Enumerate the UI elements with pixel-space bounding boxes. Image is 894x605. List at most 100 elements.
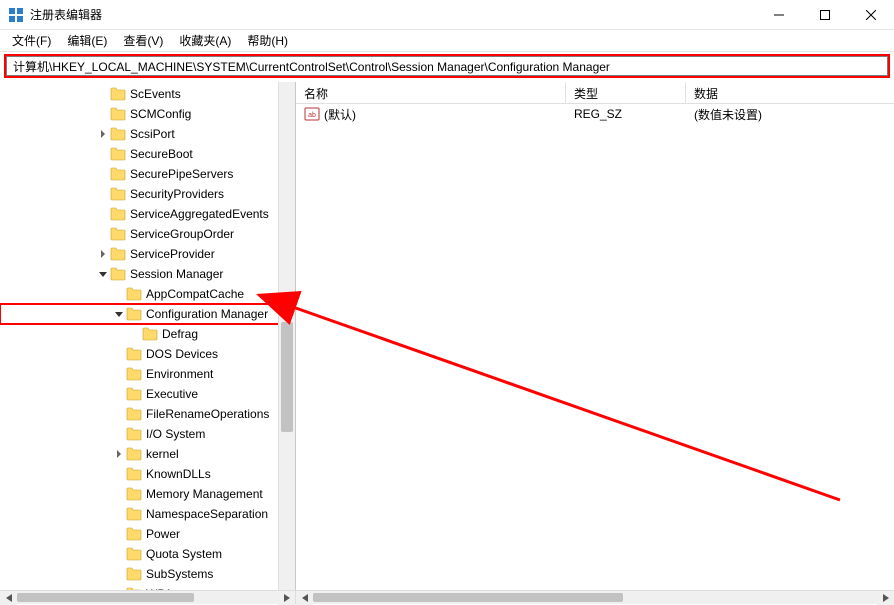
folder-icon (126, 507, 142, 521)
folder-icon (126, 347, 142, 361)
tree-item-label: kernel (146, 447, 179, 461)
folder-icon (126, 487, 142, 501)
tree-item[interactable]: KnownDLLs (0, 464, 295, 484)
main-split: ScEvents SCMConfig ScsiPort SecureBoot Secur… (0, 82, 894, 590)
tree-item[interactable]: ServiceGroupOrder (0, 224, 295, 244)
folder-icon (110, 87, 126, 101)
chevron-down-icon[interactable] (112, 307, 126, 321)
tree-item-label: Power (146, 527, 180, 541)
tree-item[interactable]: NamespaceSeparation (0, 504, 295, 524)
tree-item[interactable]: Executive (0, 384, 295, 404)
tree-item[interactable]: I/O System (0, 424, 295, 444)
list-header: 名称 类型 数据 (296, 82, 894, 104)
folder-icon (110, 187, 126, 201)
tree-item-label: SecurityProviders (130, 187, 224, 201)
tree-item-label: Environment (146, 367, 213, 381)
tree-item[interactable]: SecurePipeServers (0, 164, 295, 184)
svg-text:ab: ab (308, 112, 316, 119)
tree-item[interactable]: SubSystems (0, 564, 295, 584)
list-hscroll-track[interactable] (313, 591, 877, 604)
menu-view[interactable]: 查看(V) (115, 30, 171, 51)
list-horizontal-scrollbar[interactable] (296, 591, 894, 604)
column-header-type[interactable]: 类型 (566, 82, 686, 103)
folder-icon (126, 367, 142, 381)
tree-item[interactable]: Power (0, 524, 295, 544)
tree-item[interactable]: Defrag (0, 324, 295, 344)
folder-icon (126, 287, 142, 301)
tree-item-label: KnownDLLs (146, 467, 211, 481)
folder-icon (110, 167, 126, 181)
list-hscroll-left-button[interactable] (296, 591, 313, 605)
chevron-right-icon[interactable] (112, 447, 126, 461)
tree-item-label: Executive (146, 387, 198, 401)
list-pane: 名称 类型 数据 ab(默认)REG_SZ(数值未设置) (296, 82, 894, 590)
tree-item[interactable]: kernel (0, 444, 295, 464)
list-hscroll-right-button[interactable] (877, 591, 894, 605)
menu-file[interactable]: 文件(F) (4, 30, 59, 51)
folder-icon (110, 227, 126, 241)
tree-scrollbar-thumb[interactable] (281, 322, 293, 432)
folder-icon (126, 407, 142, 421)
tree-item-label: SecureBoot (130, 147, 193, 161)
tree-item[interactable]: FileRenameOperations (0, 404, 295, 424)
chevron-right-icon[interactable] (96, 247, 110, 261)
tree-item[interactable]: SecurityProviders (0, 184, 295, 204)
tree-pane: ScEvents SCMConfig ScsiPort SecureBoot Secur… (0, 82, 296, 590)
tree-item[interactable]: ScsiPort (0, 124, 295, 144)
horizontal-scrollbars (0, 590, 894, 604)
tree-hscroll-track[interactable] (17, 591, 278, 604)
address-input[interactable] (6, 56, 888, 76)
string-value-icon: ab (304, 106, 320, 122)
tree-vertical-scrollbar[interactable] (278, 82, 295, 590)
menu-edit[interactable]: 编辑(E) (59, 30, 115, 51)
folder-icon (126, 387, 142, 401)
window-controls (756, 0, 894, 30)
chevron-right-icon[interactable] (96, 127, 110, 141)
tree-item[interactable]: Session Manager (0, 264, 295, 284)
tree-item-label: Defrag (162, 327, 198, 341)
tree-item-label: ServiceProvider (130, 247, 215, 261)
menu-help[interactable]: 帮助(H) (239, 30, 296, 51)
tree-item-label: SCMConfig (130, 107, 191, 121)
tree-item-label: ScsiPort (130, 127, 175, 141)
tree-item[interactable]: ServiceProvider (0, 244, 295, 264)
tree-item[interactable]: Environment (0, 364, 295, 384)
folder-icon (110, 147, 126, 161)
folder-icon (110, 207, 126, 221)
chevron-down-icon[interactable] (96, 267, 110, 281)
folder-icon (126, 427, 142, 441)
tree[interactable]: ScEvents SCMConfig ScsiPort SecureBoot Secur… (0, 82, 295, 590)
tree-item-label: ServiceAggregatedEvents (130, 207, 269, 221)
tree-item[interactable]: SecureBoot (0, 144, 295, 164)
list-row[interactable]: ab(默认)REG_SZ(数值未设置) (296, 104, 894, 124)
maximize-button[interactable] (802, 0, 848, 30)
menu-favorites[interactable]: 收藏夹(A) (171, 30, 239, 51)
close-button[interactable] (848, 0, 894, 30)
minimize-button[interactable] (756, 0, 802, 30)
list-cell-type: REG_SZ (566, 105, 686, 123)
tree-item[interactable]: Quota System (0, 544, 295, 564)
column-header-data[interactable]: 数据 (686, 82, 894, 103)
list-hscroll-thumb[interactable] (313, 593, 623, 602)
tree-item[interactable]: Memory Management (0, 484, 295, 504)
tree-item-label: ServiceGroupOrder (130, 227, 234, 241)
address-bar-highlight (4, 54, 890, 78)
tree-item[interactable]: Configuration Manager (0, 304, 295, 324)
tree-item[interactable]: AppCompatCache (0, 284, 295, 304)
tree-item[interactable]: ServiceAggregatedEvents (0, 204, 295, 224)
tree-item[interactable]: ScEvents (0, 84, 295, 104)
tree-hscroll-right-button[interactable] (278, 591, 295, 605)
list-cell-name: ab(默认) (296, 104, 566, 125)
list-body[interactable]: ab(默认)REG_SZ(数值未设置) (296, 104, 894, 590)
folder-icon (126, 567, 142, 581)
tree-hscroll-thumb[interactable] (17, 593, 194, 602)
tree-item[interactable]: DOS Devices (0, 344, 295, 364)
folder-icon (126, 547, 142, 561)
tree-item-label: I/O System (146, 427, 205, 441)
column-header-name[interactable]: 名称 (296, 82, 566, 103)
tree-item[interactable]: SCMConfig (0, 104, 295, 124)
tree-hscroll-left-button[interactable] (0, 591, 17, 605)
folder-icon (110, 107, 126, 121)
folder-icon (126, 467, 142, 481)
tree-horizontal-scrollbar[interactable] (0, 591, 296, 604)
